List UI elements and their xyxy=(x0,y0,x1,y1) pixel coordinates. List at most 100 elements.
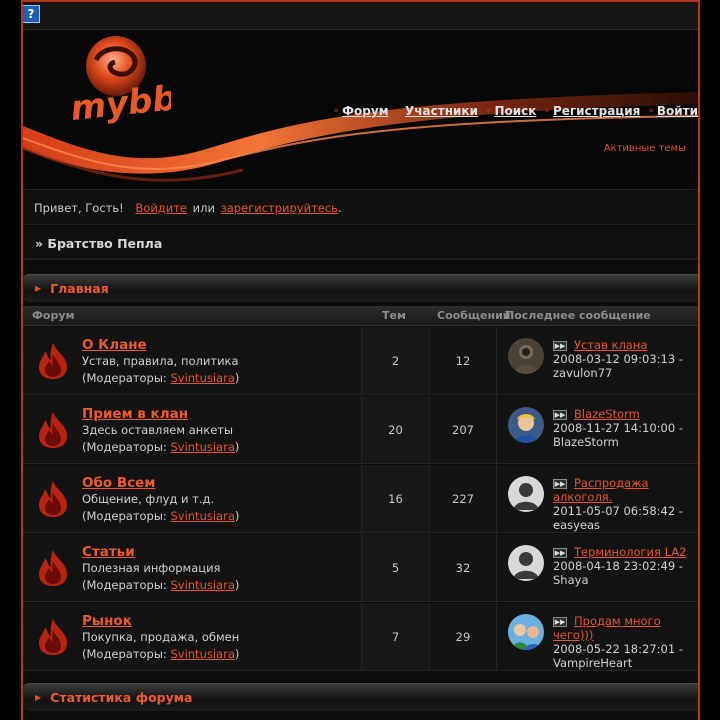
last-post-title-link[interactable]: Терминология LA2 xyxy=(574,545,686,559)
last-post-date: 2008-04-18 23:02:49 - xyxy=(553,559,683,573)
posts-count: 227 xyxy=(452,492,474,506)
topics-count: 16 xyxy=(388,492,403,506)
last-post-cell: ▶▶ BlazeStorm 2008-11-27 14:10:00 - Blaze… xyxy=(496,396,698,463)
last-post-author: zavulon77 xyxy=(553,366,613,380)
forum-cell: Статьи Полезная информация (Модераторы: … xyxy=(23,534,361,601)
moderator-link[interactable]: Svintusiara xyxy=(170,647,234,661)
flame-forum-icon xyxy=(39,412,67,448)
forum-moderators: (Модераторы: Svintusiara) xyxy=(82,440,239,454)
last-post-date: 2008-05-22 18:27:01 - xyxy=(553,642,683,656)
last-post-title-link[interactable]: BlazeStorm xyxy=(574,407,640,421)
last-post-info: ▶▶ BlazeStorm 2008-11-27 14:10:00 - Blaze… xyxy=(553,407,698,449)
go-to-post-icon[interactable]: ▶▶ xyxy=(553,341,567,351)
topics-count-cell: 2 xyxy=(361,327,429,394)
flame-forum-icon xyxy=(39,619,67,655)
greeting-text: Привет, Гость! xyxy=(34,201,124,215)
forum-row: Статьи Полезная информация (Модераторы: … xyxy=(23,534,698,602)
posts-count-cell: 12 xyxy=(429,327,496,394)
topics-count-cell: 7 xyxy=(361,603,429,670)
col-topics: Тем xyxy=(382,309,406,322)
go-to-post-icon[interactable]: ▶▶ xyxy=(553,479,567,489)
category-title: Статистика форума xyxy=(50,690,193,705)
forum-moderators: (Модераторы: Svintusiara) xyxy=(82,509,239,523)
last-post-title-link[interactable]: Распродажа алкоголя. xyxy=(553,476,649,504)
forum-title-link[interactable]: Статьи xyxy=(82,544,135,560)
register-link[interactable]: зарегистрируйтесь xyxy=(221,201,338,215)
two-people-avatar-icon[interactable] xyxy=(508,614,544,650)
moderator-link[interactable]: Svintusiara xyxy=(170,440,234,454)
forum-cell: Прием в клан Здесь оставляем анкеты (Мод… xyxy=(23,396,361,463)
forum-title-link[interactable]: Обо Всем xyxy=(82,475,155,491)
greeting-suffix: . xyxy=(337,201,342,215)
nav-login-link[interactable]: Войти xyxy=(657,104,698,118)
last-post-author: Shaya xyxy=(553,573,589,587)
armored-figure-avatar-icon[interactable] xyxy=(508,338,544,374)
default-user-avatar-icon[interactable] xyxy=(508,545,544,581)
forum-moderators: (Модераторы: Svintusiara) xyxy=(82,578,239,592)
last-post-author: easyeas xyxy=(553,518,601,532)
nav-item-login[interactable]: » Войти xyxy=(648,104,698,118)
nav-arrow-icon: » xyxy=(648,106,654,116)
nav-users-link[interactable]: Участники xyxy=(405,104,478,118)
nav-register-link[interactable]: Регистрация xyxy=(553,104,640,118)
forum-column-headers: Форум Тем Сообщений Последнее сообщение xyxy=(23,306,698,326)
blond-boy-avatar-icon[interactable] xyxy=(508,407,544,443)
last-post-author: BlazeStorm xyxy=(553,435,619,449)
last-post-date: 2008-03-12 09:03:13 - xyxy=(553,352,683,366)
category-header-stats[interactable]: ▶ Статистика форума xyxy=(23,683,698,711)
nav-item-search[interactable]: » Поиск xyxy=(486,104,536,118)
forum-row: Рынок Покупка, продажа, обмен (Модератор… xyxy=(23,603,698,671)
forum-title-link[interactable]: О Клане xyxy=(82,337,147,353)
forum-moderators: (Модераторы: Svintusiara) xyxy=(82,371,239,385)
posts-count: 32 xyxy=(455,561,471,575)
last-post-info: ▶▶ Продам много чего))) 2008-05-22 18:27:… xyxy=(553,614,698,670)
nav-item-users[interactable]: » Участники xyxy=(397,104,478,118)
forum-row: Прием в клан Здесь оставляем анкеты (Мод… xyxy=(23,396,698,464)
go-to-post-icon[interactable]: ▶▶ xyxy=(553,410,567,420)
breadcrumb: » Братство Пепла xyxy=(23,226,698,260)
moderator-link[interactable]: Svintusiara xyxy=(170,371,234,385)
go-to-post-icon[interactable]: ▶▶ xyxy=(553,617,567,627)
moderators-label: (Модераторы: xyxy=(82,371,167,385)
topics-count: 7 xyxy=(391,630,400,644)
forum-title-link[interactable]: Прием в клан xyxy=(82,406,188,422)
default-user-avatar-icon[interactable] xyxy=(508,476,544,512)
moderator-link[interactable]: Svintusiara xyxy=(170,509,234,523)
last-post-title-link[interactable]: Устав клана xyxy=(574,338,647,352)
posts-count-cell: 207 xyxy=(429,396,496,463)
nav-item-register[interactable]: » Регистрация xyxy=(544,104,640,118)
collapse-triangle-icon[interactable]: ▶ xyxy=(35,693,41,702)
moderators-close: ) xyxy=(234,371,240,385)
collapse-triangle-icon[interactable]: ▶ xyxy=(35,284,41,293)
col-forum: Форум xyxy=(32,309,75,322)
login-link[interactable]: Войдите xyxy=(135,201,187,215)
category-header-main[interactable]: ▶ Главная xyxy=(23,274,698,302)
last-post-cell: ▶▶ Устав клана 2008-03-12 09:03:13 - zavu… xyxy=(496,327,698,394)
go-to-post-icon[interactable]: ▶▶ xyxy=(553,548,567,558)
nav-search-link[interactable]: Поиск xyxy=(494,104,536,118)
last-post-author: VampireHeart xyxy=(553,656,633,670)
greeting-or: или xyxy=(192,201,215,215)
nav-arrow-icon: » xyxy=(333,106,340,116)
posts-count-cell: 32 xyxy=(429,534,496,601)
forum-moderators: (Модераторы: Svintusiara) xyxy=(82,647,239,661)
help-icon[interactable]: ? xyxy=(23,5,40,23)
active-topics-link[interactable]: Активные темы xyxy=(604,143,686,154)
topics-count: 5 xyxy=(391,561,400,575)
posts-count-cell: 29 xyxy=(429,603,496,670)
nav-item-forum[interactable]: » Форум xyxy=(334,104,389,118)
category-title: Главная xyxy=(50,281,109,296)
last-post-title-link[interactable]: Продам много чего))) xyxy=(553,614,661,642)
last-post-info: ▶▶ Терминология LA2 2008-04-18 23:02:49 -… xyxy=(553,545,698,587)
forum-description: Покупка, продажа, обмен xyxy=(82,630,240,644)
posts-count-cell: 227 xyxy=(429,465,496,532)
greeting-bar: Привет, Гость! Войдите или зарегистрируй… xyxy=(23,191,698,225)
moderator-link[interactable]: Svintusiara xyxy=(170,578,234,592)
moderators-label: (Модераторы: xyxy=(82,647,167,661)
nav-arrow-icon: » xyxy=(485,106,492,116)
forum-title-link[interactable]: Рынок xyxy=(82,613,132,629)
top-bar: ? xyxy=(23,0,698,30)
nav-forum-link[interactable]: Форум xyxy=(342,104,388,118)
nav-arrow-icon: » xyxy=(396,106,403,116)
forum-description: Здесь оставляем анкеты xyxy=(82,423,234,437)
